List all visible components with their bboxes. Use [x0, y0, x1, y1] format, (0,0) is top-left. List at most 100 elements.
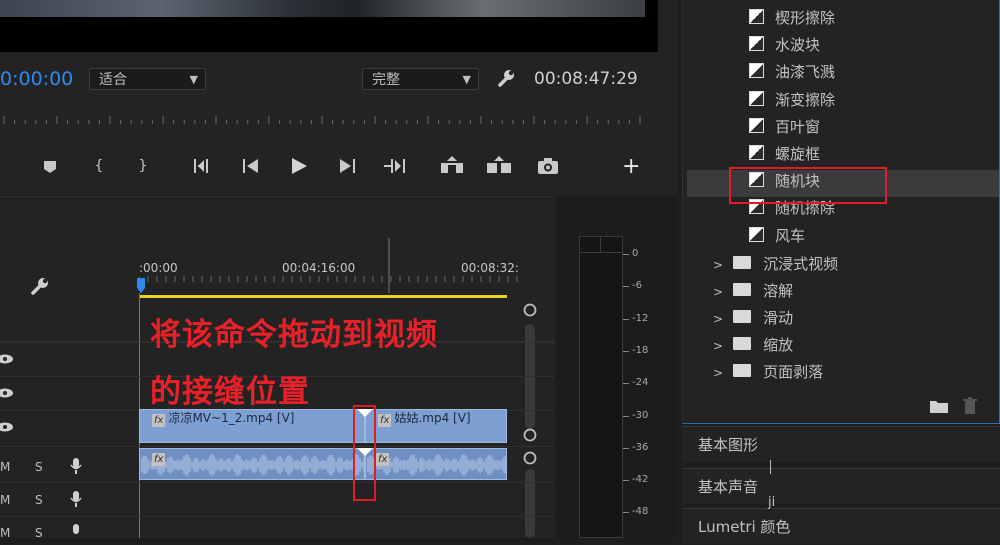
effect-label: 水波块	[775, 36, 821, 55]
audio-clip[interactable]: fx	[365, 448, 507, 480]
fx-badge: fx	[152, 453, 166, 466]
meter-tick	[623, 512, 629, 514]
folder-icon	[733, 337, 752, 350]
chevron-right-icon[interactable]: >	[713, 366, 723, 380]
chevron-down-icon: ▼	[189, 73, 198, 86]
effect-item[interactable]: 风车	[749, 223, 805, 250]
playhead-timecode[interactable]: 0:00:00	[0, 68, 73, 90]
transition-icon	[749, 90, 764, 106]
lumetri-color-panel[interactable]: Lumetri 颜色	[682, 508, 1000, 544]
meter-tick	[623, 254, 629, 255]
panel-title: Lumetri 颜色	[698, 518, 791, 536]
eye-icon[interactable]	[0, 354, 14, 364]
wrench-icon[interactable]	[496, 68, 516, 88]
video-clip[interactable]: fx 姑姑.mp4 [V]	[365, 409, 507, 443]
new-folder-icon[interactable]	[929, 398, 949, 414]
transition-icon	[749, 36, 764, 52]
fit-dropdown[interactable]: 适合 ▼	[89, 68, 206, 90]
clip-name: 姑姑.mp4 [V]	[394, 411, 471, 425]
effect-folder[interactable]: > 滑动	[713, 305, 793, 332]
effect-item[interactable]: 油漆飞溅	[749, 59, 835, 86]
folder-icon	[733, 283, 752, 296]
instruction-annotation: 的接缝位置	[150, 374, 310, 410]
meter-tick	[623, 350, 629, 352]
chevron-right-icon[interactable]: >	[713, 285, 723, 299]
effect-item[interactable]: 楔形擦除	[749, 5, 835, 32]
folder-label: 缩放	[763, 336, 794, 354]
meter-tick	[623, 318, 629, 320]
effect-folder[interactable]: > 缩放	[713, 332, 793, 359]
timeline-settings-icon[interactable]	[29, 274, 51, 296]
panel-title: 基本图形	[698, 436, 759, 454]
highlight-box	[353, 405, 376, 501]
go-to-in-icon[interactable]	[193, 157, 217, 175]
meter-scale-label: -42	[632, 474, 649, 486]
meter-scale-label: -18	[632, 344, 649, 356]
playhead-marker[interactable]	[136, 278, 146, 294]
meter-tick	[623, 480, 629, 482]
camera-icon[interactable]	[537, 157, 559, 175]
microphone-icon[interactable]	[69, 457, 83, 475]
essential-sound-panel[interactable]: 基本声音	[682, 468, 1000, 504]
fit-dropdown-value: 适合	[99, 72, 127, 88]
effect-item[interactable]: 螺旋框	[749, 141, 820, 168]
monitor-time-ruler[interactable]	[0, 108, 645, 124]
fx-badge: fx	[378, 414, 392, 427]
mark-in-icon[interactable]: {	[88, 156, 110, 176]
timeline-panel: :00:00 00:04:16:00 00:08:32: M S M S M S…	[0, 196, 555, 540]
effect-label: 渐变擦除	[775, 90, 836, 109]
effect-folder[interactable]: > 沉浸式视频	[713, 251, 838, 278]
work-area-bar[interactable]	[139, 295, 507, 298]
folder-label: 沉浸式视频	[763, 255, 839, 273]
solo-toggle[interactable]: S	[35, 460, 43, 474]
effects-panel: 楔形擦除 水波块 油漆飞溅 渐变擦除 百叶窗 螺旋框 随机块 随机擦除 风车 > 沉浸式视频 > 溶解…	[682, 0, 1000, 424]
instruction-annotation: 将该命令拖动到视频	[150, 317, 438, 353]
effect-item[interactable]: 百叶窗	[749, 114, 820, 141]
meter-tick	[623, 415, 629, 417]
eye-icon[interactable]	[0, 422, 14, 432]
eye-icon[interactable]	[0, 388, 14, 398]
mute-toggle[interactable]: M	[0, 493, 10, 507]
effect-label: 百叶窗	[775, 117, 821, 136]
effect-folder[interactable]: > 溶解	[713, 278, 793, 305]
effect-folder[interactable]: > 页面剥落	[713, 359, 823, 386]
meter-scale-label: -24	[632, 377, 649, 389]
effect-item[interactable]: 水波块	[749, 32, 820, 59]
chevron-right-icon[interactable]: >	[713, 258, 723, 272]
add-button-icon[interactable]: +	[622, 154, 640, 179]
play-icon[interactable]	[290, 157, 308, 175]
quality-dropdown[interactable]: 完整 ▼	[362, 68, 479, 90]
effect-label: 油漆飞溅	[775, 63, 836, 82]
solo-toggle[interactable]: S	[35, 493, 43, 507]
panel-title: 基本声音	[698, 478, 759, 496]
scroll-handle-top[interactable]	[522, 302, 538, 318]
chevron-right-icon[interactable]: >	[713, 339, 723, 353]
effect-item[interactable]: 渐变擦除	[749, 87, 835, 114]
meter-scale-label: -12	[632, 312, 649, 324]
quality-dropdown-value: 完整	[372, 72, 400, 88]
video-clip[interactable]: fx 凉凉MV~1_2.mp4 [V]	[139, 409, 365, 443]
clip-name: 凉凉MV~1_2.mp4 [V]	[168, 411, 295, 425]
meter-scale-label: -36	[632, 441, 649, 453]
step-back-icon[interactable]	[242, 158, 262, 174]
meter-tick	[623, 286, 629, 288]
highlight-box	[729, 167, 887, 204]
folder-icon	[733, 256, 752, 269]
delete-icon[interactable]	[962, 397, 978, 415]
microphone-icon[interactable]	[69, 490, 83, 508]
marker-icon[interactable]	[42, 159, 58, 175]
lift-icon[interactable]	[438, 155, 466, 175]
step-forward-icon[interactable]	[337, 158, 357, 174]
transition-icon	[749, 226, 764, 242]
mark-out-icon[interactable]: }	[132, 156, 154, 176]
extract-icon[interactable]	[485, 155, 513, 175]
chevron-down-icon: ▼	[462, 73, 471, 86]
essential-graphics-panel[interactable]: 基本图形	[682, 426, 1000, 462]
folder-icon	[733, 310, 752, 323]
mute-toggle[interactable]: M	[0, 460, 10, 474]
audio-clip[interactable]: fx	[139, 448, 365, 480]
chevron-right-icon[interactable]: >	[713, 312, 723, 326]
timeline-ruler[interactable]	[139, 238, 524, 298]
go-to-out-icon[interactable]	[382, 157, 406, 175]
microphone-icon[interactable]	[69, 523, 83, 538]
